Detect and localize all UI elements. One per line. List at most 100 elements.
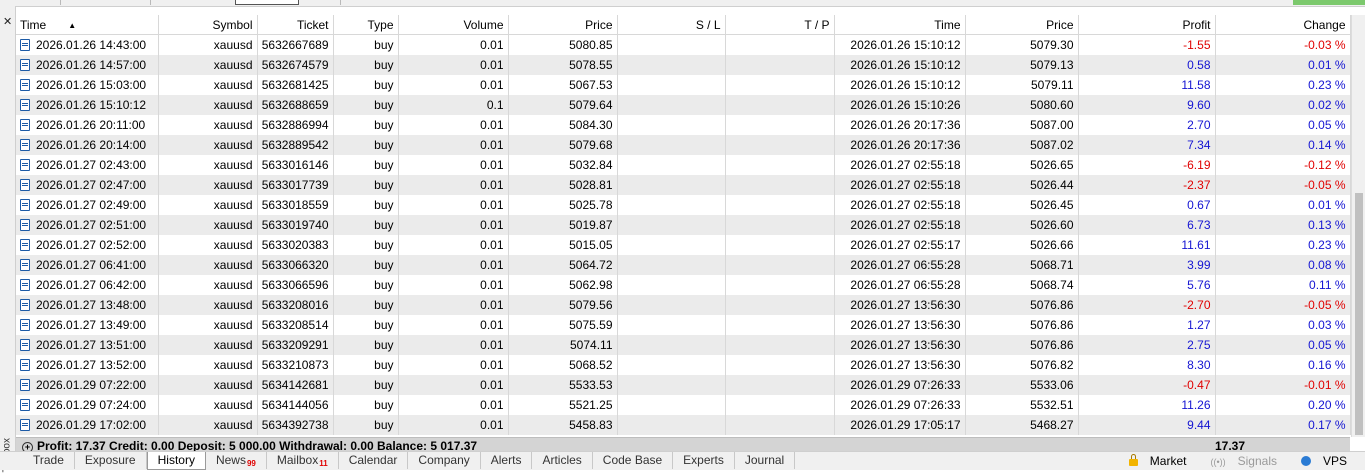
column-header-price[interactable]: Price (508, 15, 618, 35)
tab-news[interactable]: News99 (206, 452, 267, 469)
cell-value: 0.08 % (1308, 258, 1346, 272)
table-row[interactable]: 2026.01.26 15:10:12 xauusd 5632688659 buy 0.… (16, 95, 1351, 115)
tab-company[interactable]: Company (408, 452, 481, 469)
cell-value: 5633066320 (261, 258, 329, 272)
table-row[interactable]: 2026.01.26 20:14:00 xauusd 5632889542 buy 0.… (16, 135, 1351, 155)
cell-value: 5632889542 (261, 138, 329, 152)
table-row[interactable]: 2026.01.27 13:49:00 xauusd 5633208514 buy 0.… (16, 315, 1351, 335)
table-row[interactable]: 2026.01.27 13:48:00 xauusd 5633208016 buy 0.… (16, 295, 1351, 315)
table-row[interactable]: 2026.01.26 20:11:00 xauusd 5632886994 buy 0.… (16, 115, 1351, 135)
cell-value: 8.30 (1187, 358, 1211, 372)
cell-type: buy (333, 95, 399, 115)
cell-close-price: 5026.44 (965, 175, 1079, 195)
cell-price: 5032.84 (508, 155, 618, 175)
column-header-profit[interactable]: Profit (1078, 15, 1216, 35)
cell-value: 5068.52 (569, 358, 613, 372)
tab-alerts[interactable]: Alerts (481, 452, 533, 469)
table-row[interactable]: 2026.01.27 13:51:00 xauusd 5633209291 buy 0.… (16, 335, 1351, 355)
column-header-sl[interactable]: S / L (617, 15, 726, 35)
cell-value: 2.70 (1187, 118, 1211, 132)
column-header-close-time[interactable]: Time (834, 15, 966, 35)
tab-history[interactable]: History (146, 452, 206, 470)
tab-exposure[interactable]: Exposure (75, 452, 147, 469)
column-header-type[interactable]: Type (333, 15, 399, 35)
tab-label: Journal (744, 453, 785, 467)
cell-value: 2026.01.29 07:24:00 (36, 398, 147, 412)
cell-price: 5062.98 (508, 275, 618, 295)
cell-value: buy (374, 178, 394, 192)
column-header-tp[interactable]: T / P (725, 15, 835, 35)
cell-symbol: xauusd (158, 95, 258, 115)
cell-value: 0.11 % (1309, 278, 1346, 292)
cell-profit: 5.76 (1078, 275, 1216, 295)
cell-value: xauusd (213, 138, 253, 152)
cell-time: 2026.01.29 07:24:00 (16, 395, 159, 415)
tab-calendar[interactable]: Calendar (339, 452, 409, 469)
cell-close-price: 5079.30 (965, 34, 1079, 55)
tab-journal[interactable]: Journal (735, 452, 796, 469)
column-header-time[interactable]: Time ▲ (16, 15, 159, 35)
cell-ticket: 5633019740 (257, 215, 334, 235)
close-icon[interactable]: ✕ (3, 17, 12, 28)
vertical-scrollbar[interactable] (1351, 15, 1365, 437)
table-row[interactable]: 2026.01.27 02:49:00 xauusd 5633018559 buy 0.… (16, 195, 1351, 215)
cell-ticket: 5632674579 (257, 55, 334, 75)
tab-articles[interactable]: Articles (532, 452, 593, 469)
cell-value: 2026.01.26 14:57:00 (36, 58, 147, 72)
cell-value: 2026.01.26 15:03:00 (36, 78, 147, 92)
cell-value: 5533.06 (1030, 378, 1074, 392)
cell-change: 0.20 % (1215, 395, 1351, 415)
column-header-close-price[interactable]: Price (965, 15, 1079, 35)
column-header-change[interactable]: Change (1215, 15, 1351, 35)
table-row[interactable]: 2026.01.27 02:51:00 xauusd 5633019740 buy 0.… (16, 215, 1351, 235)
column-header-ticket[interactable]: Ticket (257, 15, 334, 35)
tab-label: History (157, 453, 195, 467)
deal-document-icon (20, 79, 30, 91)
signals-label: Signals (1237, 454, 1277, 468)
cell-change: 0.13 % (1215, 215, 1351, 235)
cell-tp (725, 95, 835, 115)
cell-change: 0.08 % (1215, 255, 1351, 275)
cell-close-price: 5079.13 (965, 55, 1079, 75)
cell-value: 2026.01.26 15:10:12 (850, 78, 961, 92)
signals-button[interactable]: ((•)) Signals (1210, 454, 1289, 468)
column-header-volume[interactable]: Volume (398, 15, 509, 35)
table-row[interactable]: 2026.01.29 07:24:00 xauusd 5634144056 buy 0.… (16, 395, 1351, 415)
tab-trade[interactable]: Trade (23, 452, 75, 469)
cell-change: 0.03 % (1215, 315, 1351, 335)
table-row[interactable]: 2026.01.26 14:57:00 xauusd 5632674579 buy 0.… (16, 55, 1351, 75)
cell-value: xauusd (213, 318, 253, 332)
table-row[interactable]: 2026.01.26 15:03:00 xauusd 5632681425 buy 0.… (16, 75, 1351, 95)
cell-value: buy (374, 98, 394, 112)
table-row[interactable]: 2026.01.27 13:52:00 xauusd 5633210873 buy 0.… (16, 355, 1351, 375)
tab-mailbox[interactable]: Mailbox11 (267, 452, 339, 469)
table-row[interactable]: 2026.01.29 17:02:00 xauusd 5634392738 buy 0.… (16, 415, 1351, 435)
cell-type: buy (333, 155, 399, 175)
cell-sl (617, 34, 726, 55)
table-row[interactable]: 2026.01.26 14:43:00 xauusd 5632667689 buy 0.… (16, 34, 1351, 55)
cell-value: buy (374, 58, 394, 72)
cell-close-price: 5026.60 (965, 215, 1079, 235)
cell-price: 5064.72 (508, 255, 618, 275)
table-row[interactable]: 2026.01.27 02:43:00 xauusd 5633016146 buy 0.… (16, 155, 1351, 175)
table-row[interactable]: 2026.01.29 07:22:00 xauusd 5634142681 buy 0.… (16, 375, 1351, 395)
market-button[interactable]: Market (1128, 454, 1199, 468)
table-row[interactable]: 2026.01.27 06:42:00 xauusd 5633066596 buy 0.… (16, 275, 1351, 295)
vps-button[interactable]: VPS (1300, 454, 1359, 468)
tab-code-base[interactable]: Code Base (593, 452, 674, 469)
cell-value: 2026.01.27 02:55:18 (850, 178, 961, 192)
table-row[interactable]: 2026.01.27 06:41:00 xauusd 5633066320 buy 0.… (16, 255, 1351, 275)
table-row[interactable]: 2026.01.27 02:47:00 xauusd 5633017739 buy 0.… (16, 175, 1351, 195)
cell-volume: 0.01 (398, 135, 509, 155)
cell-value: 0.01 (480, 298, 504, 312)
tab-experts[interactable]: Experts (673, 452, 735, 469)
cell-value: 2026.01.27 02:55:18 (850, 198, 961, 212)
column-header-symbol[interactable]: Symbol (158, 15, 258, 35)
scrollbar-thumb[interactable] (1355, 193, 1363, 435)
toolbar-selected-tab[interactable] (235, 0, 299, 5)
cell-symbol: xauusd (158, 395, 258, 415)
table-row[interactable]: 2026.01.27 02:52:00 xauusd 5633020383 buy 0.… (16, 235, 1351, 255)
cell-sl (617, 275, 726, 295)
cell-value: xauusd (213, 358, 253, 372)
cell-profit: 8.30 (1078, 355, 1216, 375)
